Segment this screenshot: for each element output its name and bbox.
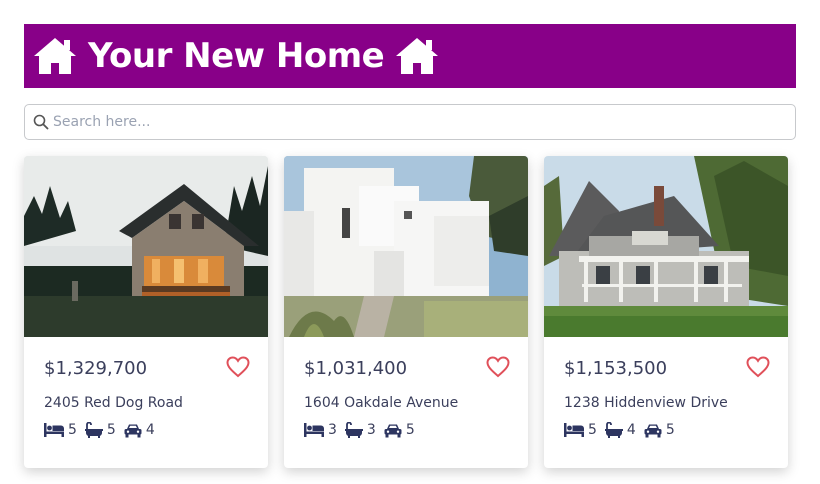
listing-card[interactable]: $1,329,700 2405 Red Dog Road 5 5 4 — [24, 156, 268, 468]
bath-icon — [84, 422, 103, 438]
search-input[interactable] — [53, 114, 753, 130]
listing-photo — [544, 156, 788, 337]
bath-icon — [344, 422, 363, 438]
bath-icon — [604, 422, 623, 438]
listing-price: $1,153,500 — [564, 358, 668, 379]
baths-count: 4 — [626, 422, 636, 438]
page-header: Your New Home — [24, 24, 796, 88]
home-icon — [34, 38, 76, 74]
listing-price: $1,329,700 — [44, 358, 148, 379]
heart-icon[interactable] — [226, 356, 250, 378]
search-icon — [33, 114, 49, 130]
listing-photo — [24, 156, 268, 337]
listing-features: 5 4 5 — [564, 422, 683, 438]
heart-icon[interactable] — [486, 356, 510, 378]
page-title: Your New Home — [88, 36, 385, 76]
cars-count: 5 — [665, 422, 675, 438]
listing-features: 5 5 4 — [44, 422, 163, 438]
beds-count: 5 — [588, 422, 597, 438]
listing-card[interactable]: $1,031,400 1604 Oakdale Avenue 3 3 5 — [284, 156, 528, 468]
listing-features: 3 3 5 — [304, 422, 423, 438]
baths-count: 5 — [106, 422, 116, 438]
baths-count: 3 — [366, 422, 376, 438]
listing-address: 1238 Hiddenview Drive — [564, 395, 728, 411]
beds-count: 5 — [68, 422, 77, 438]
listing-price: $1,031,400 — [304, 358, 408, 379]
search-bar[interactable] — [24, 104, 796, 140]
cars-count: 4 — [145, 422, 155, 438]
heart-icon[interactable] — [746, 356, 770, 378]
car-icon — [124, 424, 142, 437]
bed-icon — [304, 423, 324, 437]
listing-card[interactable]: $1,153,500 1238 Hiddenview Drive 5 4 5 — [544, 156, 788, 468]
car-icon — [384, 424, 402, 437]
beds-count: 3 — [328, 422, 337, 438]
home-icon — [396, 38, 439, 74]
bed-icon — [44, 423, 64, 437]
bed-icon — [564, 423, 584, 437]
listing-photo — [284, 156, 528, 337]
listing-address: 2405 Red Dog Road — [44, 395, 183, 411]
car-icon — [644, 424, 662, 437]
listing-address: 1604 Oakdale Avenue — [304, 395, 459, 411]
cars-count: 5 — [405, 422, 415, 438]
